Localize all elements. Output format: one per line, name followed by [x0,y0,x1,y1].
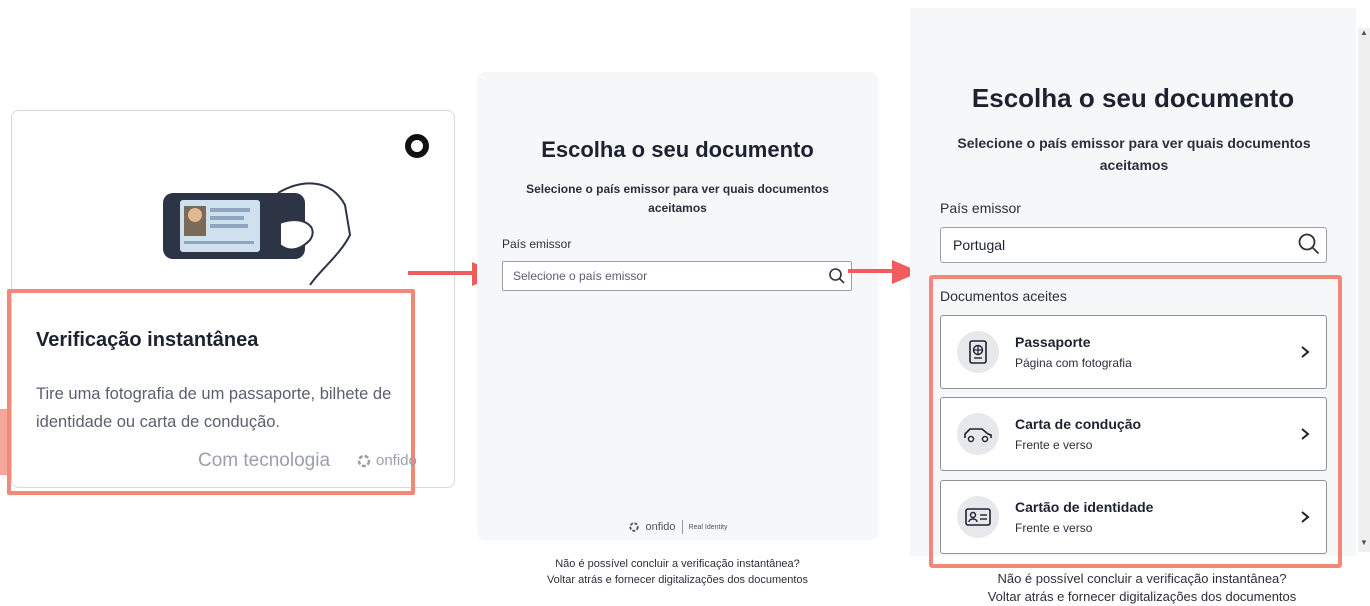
panel3-title: Escolha o seu documento [971,83,1295,113]
arrow-1-line [408,271,476,275]
panel3-country-label: País emissor [940,200,1021,216]
document-option-id-card[interactable]: Cartão de identidade Frente e verso [940,480,1327,554]
panel3-note-link[interactable]: Voltar atrás e fornecer digitalizações d… [910,588,1370,606]
document-title: Cartão de identidade [1015,499,1154,515]
panel2-fallback-note: Não é possível concluir a verificação in… [477,556,878,588]
document-option-driving-licence[interactable]: Carta de condução Frente e verso [940,397,1327,471]
car-icon [957,413,999,455]
onfido-logo: onfido [356,452,417,469]
verification-title: Verificação instantânea [36,329,259,351]
scroll-down-arrow-icon[interactable]: ▼ [1360,538,1368,547]
panel2-note-link[interactable]: Voltar atrás e fornecer digitalizações d… [477,572,878,588]
panel2-footer-tagline: Real Identity [688,523,728,531]
panel3-subtitle: Selecione o país emissor para ver quais … [957,135,1311,173]
passport-icon [957,331,999,373]
chevron-right-icon [1301,511,1310,523]
footer-separator [681,520,683,534]
hand-holding-id-illustration [163,182,352,286]
document-title: Passaporte [1015,334,1091,350]
search-icon[interactable] [1297,232,1321,256]
verification-description: Tire uma fotografia de um passaporte, bi… [36,385,392,431]
panel2-footer-branding: onfido Real Identity [477,520,878,534]
accepted-documents-label: Documentos aceites [940,288,1067,304]
panel2-subtitle: Selecione o país emissor para ver quais … [526,182,829,215]
panel3-fallback-note: Não é possível concluir a verificação in… [910,570,1370,606]
panel2-country-search-input[interactable]: Selecione o país emissor [502,261,852,291]
panel3-note-question: Não é possível concluir a verificação in… [997,571,1287,586]
document-subtitle: Frente e verso [1015,521,1093,535]
panel2-country-label: País emissor [502,237,572,251]
panel2-footer-brand: onfido [645,521,676,533]
scroll-up-arrow-icon[interactable]: ▲ [1360,28,1368,37]
powered-by-label: Com tecnologia [198,450,331,471]
document-title: Carta de condução [1015,416,1142,432]
id-card-icon [957,496,999,538]
scrollbar[interactable] [1358,28,1370,552]
onfido-mark-icon [628,522,639,532]
chevron-right-icon [1301,428,1310,440]
search-icon[interactable] [828,267,846,285]
document-subtitle: Frente e verso [1015,438,1093,452]
onfido-brand: onfido [376,452,417,469]
panel2-note-question: Não é possível concluir a verificação in… [555,558,800,570]
panel3-country-search-input[interactable]: Portugal [940,227,1327,263]
document-subtitle: Página com fotografia [1015,356,1132,370]
chevron-right-icon [1301,346,1310,358]
document-option-passport[interactable]: Passaporte Página com fotografia [940,315,1327,389]
arrow-2-line [848,269,894,273]
onfido-ring-icon [405,134,429,158]
panel2-title: Escolha o seu documento [541,137,814,162]
onfido-mark-icon [357,454,371,467]
